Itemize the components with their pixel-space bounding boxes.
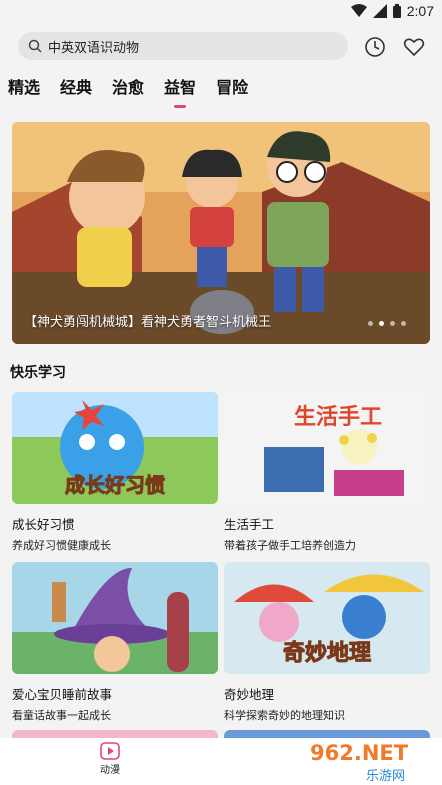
status-icons: 2:07 [350,3,434,19]
search-bar[interactable]: 中英双语识动物 [18,32,348,60]
category-tabs: 精选 经典 治愈 益智 冒险 [8,74,248,104]
banner-carousel[interactable]: 【神犬勇闯机械城】看神犬勇者智斗机械王 [12,122,430,344]
search-text[interactable]: 中英双语识动物 [48,37,139,56]
search-icon [28,39,42,53]
card-title: 成长好习惯 [12,517,75,532]
carousel-dot [379,321,384,326]
thumb-text: 生活手工 [294,405,382,430]
next-card-thumbnail [224,730,430,738]
card-thumbnail: 奇妙地理 [224,562,430,674]
thumb-text: 成长好习惯 [65,473,165,497]
next-card-thumbnail [12,730,218,738]
thumb-text: 奇妙地理 [283,640,371,666]
play-icon [100,742,120,760]
svg-text:962.NET: 962.NET [310,741,409,765]
tab-healing[interactable]: 治愈 [112,74,144,104]
status-bar: 2:07 [0,0,442,24]
section-title: 快乐学习 [10,365,66,381]
video-card[interactable]: 生活手工 生活手工 带着孩子做手工培养创造力 [224,392,430,553]
heart-icon[interactable] [402,35,426,59]
video-card[interactable]: 奇妙地理 奇妙地理 科学探索奇妙的地理知识 [224,562,430,723]
carousel-indicator [368,321,406,326]
nav-label: 动漫 [100,765,120,776]
card-title: 生活手工 [224,517,275,532]
card-subtitle: 带着孩子做手工培养创造力 [224,539,356,552]
carousel-dot [368,321,373,326]
battery-icon [392,4,401,18]
status-time: 2:07 [406,3,434,19]
carousel-dot [390,321,395,326]
watermark-logo: 962.NET 乐游网 [310,741,409,784]
banner-caption: 【神犬勇闯机械城】看神犬勇者智斗机械王 [24,315,272,330]
tab-adventure[interactable]: 冒险 [216,74,248,104]
card-subtitle: 科学探索奇妙的地理知识 [224,709,345,722]
wifi-icon [350,4,367,17]
card-subtitle: 养成好习惯健康成长 [12,539,111,552]
nav-item-anime[interactable]: 动漫 [98,742,122,776]
card-thumbnail: 成长好习惯 [12,392,218,504]
tab-educational[interactable]: 益智 [164,74,196,104]
history-icon[interactable] [363,35,387,59]
card-title: 爱心宝贝睡前故事 [12,687,113,702]
card-thumbnail: 生活手工 [224,392,430,504]
svg-text:乐游网: 乐游网 [366,769,405,784]
video-card[interactable]: 爱心宝贝睡前故事 看童话故事一起成长 [12,562,218,723]
tab-featured[interactable]: 精选 [8,74,40,104]
card-title: 奇妙地理 [224,687,275,702]
card-subtitle: 看童话故事一起成长 [12,709,111,722]
video-card[interactable]: 成长好习惯 成长好习惯 养成好习惯健康成长 [12,392,218,553]
card-thumbnail [12,562,218,674]
signal-icon [372,4,387,18]
carousel-dot [401,321,406,326]
tab-classic[interactable]: 经典 [60,74,92,104]
